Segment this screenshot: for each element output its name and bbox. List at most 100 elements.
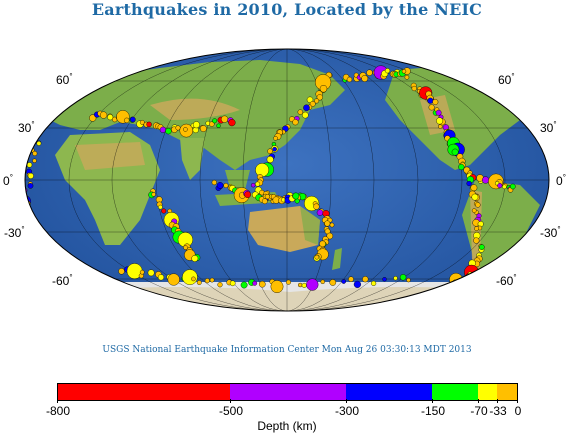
earthquake-marker bbox=[382, 277, 387, 282]
earthquake-marker bbox=[123, 117, 130, 124]
colorbar-segment bbox=[478, 383, 498, 401]
earthquake-marker bbox=[211, 179, 217, 186]
earthquake-marker bbox=[32, 150, 38, 156]
earthquake-marker bbox=[209, 277, 215, 283]
earthquake-marker bbox=[451, 148, 459, 156]
earthquake-marker bbox=[147, 269, 155, 277]
earthquake-marker bbox=[316, 209, 324, 216]
earthquake-marker bbox=[474, 226, 479, 232]
earthquake-marker bbox=[217, 282, 223, 288]
earthquake-marker bbox=[129, 116, 136, 123]
figure: Earthquakes in 2010, Located by the NEIC bbox=[0, 0, 574, 435]
earthquake-marker bbox=[384, 68, 391, 74]
earthquake-marker bbox=[298, 282, 303, 288]
earthquake-marker bbox=[329, 222, 335, 228]
earthquake-marker bbox=[25, 100, 27, 108]
lat-30n-left: 30° bbox=[18, 120, 35, 135]
colorbar-segment bbox=[497, 383, 518, 401]
earthquake-marker bbox=[432, 98, 439, 105]
earthquake-marker bbox=[29, 258, 37, 266]
earthquake-marker bbox=[427, 97, 434, 104]
earthquake-marker bbox=[348, 276, 354, 283]
earthquake-marker bbox=[306, 278, 319, 291]
earthquake-marker bbox=[509, 183, 516, 190]
colorbar-segment bbox=[346, 383, 433, 401]
earthquake-marker bbox=[157, 274, 165, 281]
earthquake-marker bbox=[25, 250, 30, 258]
earthquake-marker bbox=[404, 75, 410, 80]
earthquake-marker bbox=[286, 279, 292, 285]
earthquake-marker bbox=[167, 273, 180, 286]
earthquake-marker bbox=[223, 182, 229, 188]
colorbar-tick bbox=[230, 399, 231, 403]
earthquake-marker bbox=[297, 109, 303, 115]
colorbar-tick bbox=[432, 399, 433, 403]
world-map bbox=[17, 48, 550, 312]
earthquake-marker bbox=[191, 276, 196, 282]
earthquake-marker bbox=[255, 163, 270, 177]
earthquake-marker bbox=[199, 125, 207, 133]
earthquake-marker bbox=[161, 208, 167, 214]
earthquake-marker bbox=[324, 220, 331, 227]
earthquake-marker bbox=[25, 211, 26, 217]
credit-line: USGS National Earthquake Information Cen… bbox=[102, 345, 472, 355]
earthquake-marker bbox=[261, 198, 268, 205]
earthquake-marker bbox=[320, 279, 325, 284]
lat-60n-left: 60° bbox=[56, 72, 73, 87]
earthquake-marker bbox=[252, 280, 258, 286]
earthquake-marker bbox=[341, 279, 347, 284]
earthquake-marker bbox=[371, 280, 377, 287]
colorbar-tick-label: -800 bbox=[45, 404, 71, 418]
earthquake-marker bbox=[353, 280, 362, 289]
earthquake-marker bbox=[38, 126, 45, 132]
colorbar-tick-label: -33 bbox=[489, 404, 507, 418]
earthquake-marker bbox=[466, 180, 472, 187]
earthquake-marker bbox=[27, 172, 34, 179]
earthquake-marker bbox=[435, 109, 442, 116]
earthquake-marker bbox=[26, 162, 33, 168]
earthquake-marker bbox=[458, 163, 465, 171]
earthquake-marker bbox=[158, 204, 163, 210]
earthquake-marker bbox=[266, 155, 274, 163]
earthquake-marker bbox=[401, 69, 407, 74]
lat-60n-right: 60° bbox=[498, 72, 515, 87]
earthquake-marker bbox=[35, 125, 40, 131]
earthquake-marker bbox=[393, 276, 398, 281]
map-title: Earthquakes in 2010, Located by the NEIC bbox=[91, 0, 483, 19]
earthquake-marker bbox=[228, 118, 236, 127]
earthquake-marker bbox=[159, 126, 167, 133]
colorbar-tick-label: -300 bbox=[334, 404, 360, 418]
earthquake-marker bbox=[478, 244, 485, 250]
earthquake-marker bbox=[314, 254, 320, 260]
earthquake-marker bbox=[182, 269, 198, 285]
earthquake-marker bbox=[18, 218, 25, 225]
earthquake-marker bbox=[346, 76, 353, 83]
lat-60s-left: -60° bbox=[52, 273, 73, 288]
earthquake-marker bbox=[436, 117, 444, 125]
earthquake-marker bbox=[428, 104, 435, 111]
lat-30n-right: 30° bbox=[540, 120, 557, 135]
earthquake-marker bbox=[270, 280, 284, 293]
earthquake-marker bbox=[216, 123, 221, 128]
earthquake-marker bbox=[25, 240, 31, 253]
earthquake-marker bbox=[250, 182, 256, 188]
earthquake-marker bbox=[292, 119, 299, 126]
colorbar-title: Depth (km) bbox=[257, 419, 317, 433]
earthquake-marker bbox=[292, 192, 300, 200]
earthquake-marker bbox=[165, 127, 172, 135]
earthquake-marker bbox=[267, 148, 273, 154]
earthquake-marker bbox=[151, 192, 156, 197]
earthquake-marker bbox=[192, 121, 200, 129]
earthquake-marker bbox=[294, 198, 300, 204]
colorbar-segment bbox=[57, 383, 232, 401]
earthquake-marker bbox=[301, 111, 309, 119]
lat-30s-left: -30° bbox=[4, 225, 25, 240]
earthquake-marker bbox=[17, 96, 21, 100]
lat-0-left: 0° bbox=[3, 173, 13, 188]
earthquake-marker bbox=[470, 184, 478, 192]
earthquake-marker bbox=[221, 115, 229, 123]
earthquake-marker bbox=[32, 158, 37, 163]
earthquake-marker bbox=[301, 282, 307, 288]
earthquake-marker bbox=[29, 114, 34, 119]
earthquake-marker bbox=[482, 176, 490, 184]
